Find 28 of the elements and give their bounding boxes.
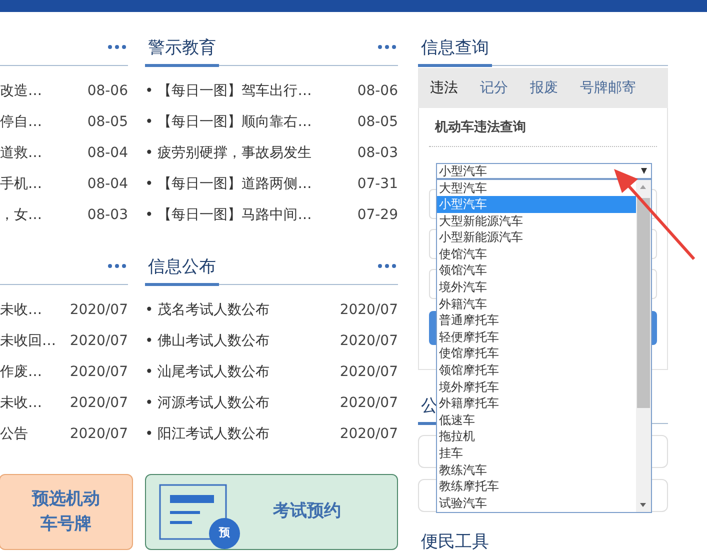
- section-heading: 便民工具: [420, 532, 490, 554]
- book-badge: 预: [209, 518, 240, 549]
- tile-label: 考试预约: [273, 500, 341, 524]
- tile-label: 预选机动: [32, 488, 100, 512]
- news-date: 08-05: [357, 113, 398, 132]
- news-date: 2020/07: [70, 425, 128, 444]
- section-heading: 信息公布: [145, 256, 219, 286]
- news-date: 2020/07: [340, 394, 398, 413]
- news-date: 2020/07: [70, 363, 128, 382]
- news-date: 08-06: [87, 82, 128, 101]
- news-date: 08-04: [87, 144, 128, 163]
- news-date: 08-05: [87, 113, 128, 132]
- tile-label: 车号牌: [40, 513, 92, 536]
- news-date: 08-06: [357, 82, 398, 101]
- form-title: 机动车违法查询: [429, 108, 657, 146]
- news-date: 07-31: [357, 175, 398, 194]
- section-heading: 警示教育: [145, 38, 219, 67]
- news-date: 2020/07: [340, 301, 398, 320]
- news-date: 2020/07: [70, 394, 128, 413]
- news-date: 2020/07: [340, 332, 398, 351]
- news-date: 08-04: [87, 175, 128, 194]
- news-date: 2020/07: [70, 332, 128, 351]
- news-date: 08-03: [87, 206, 128, 225]
- news-date: 07-29: [357, 206, 398, 225]
- news-date: 2020/07: [340, 425, 398, 444]
- news-date: 2020/07: [340, 363, 398, 382]
- news-date: 2020/07: [70, 301, 128, 320]
- news-date: 08-03: [357, 144, 398, 163]
